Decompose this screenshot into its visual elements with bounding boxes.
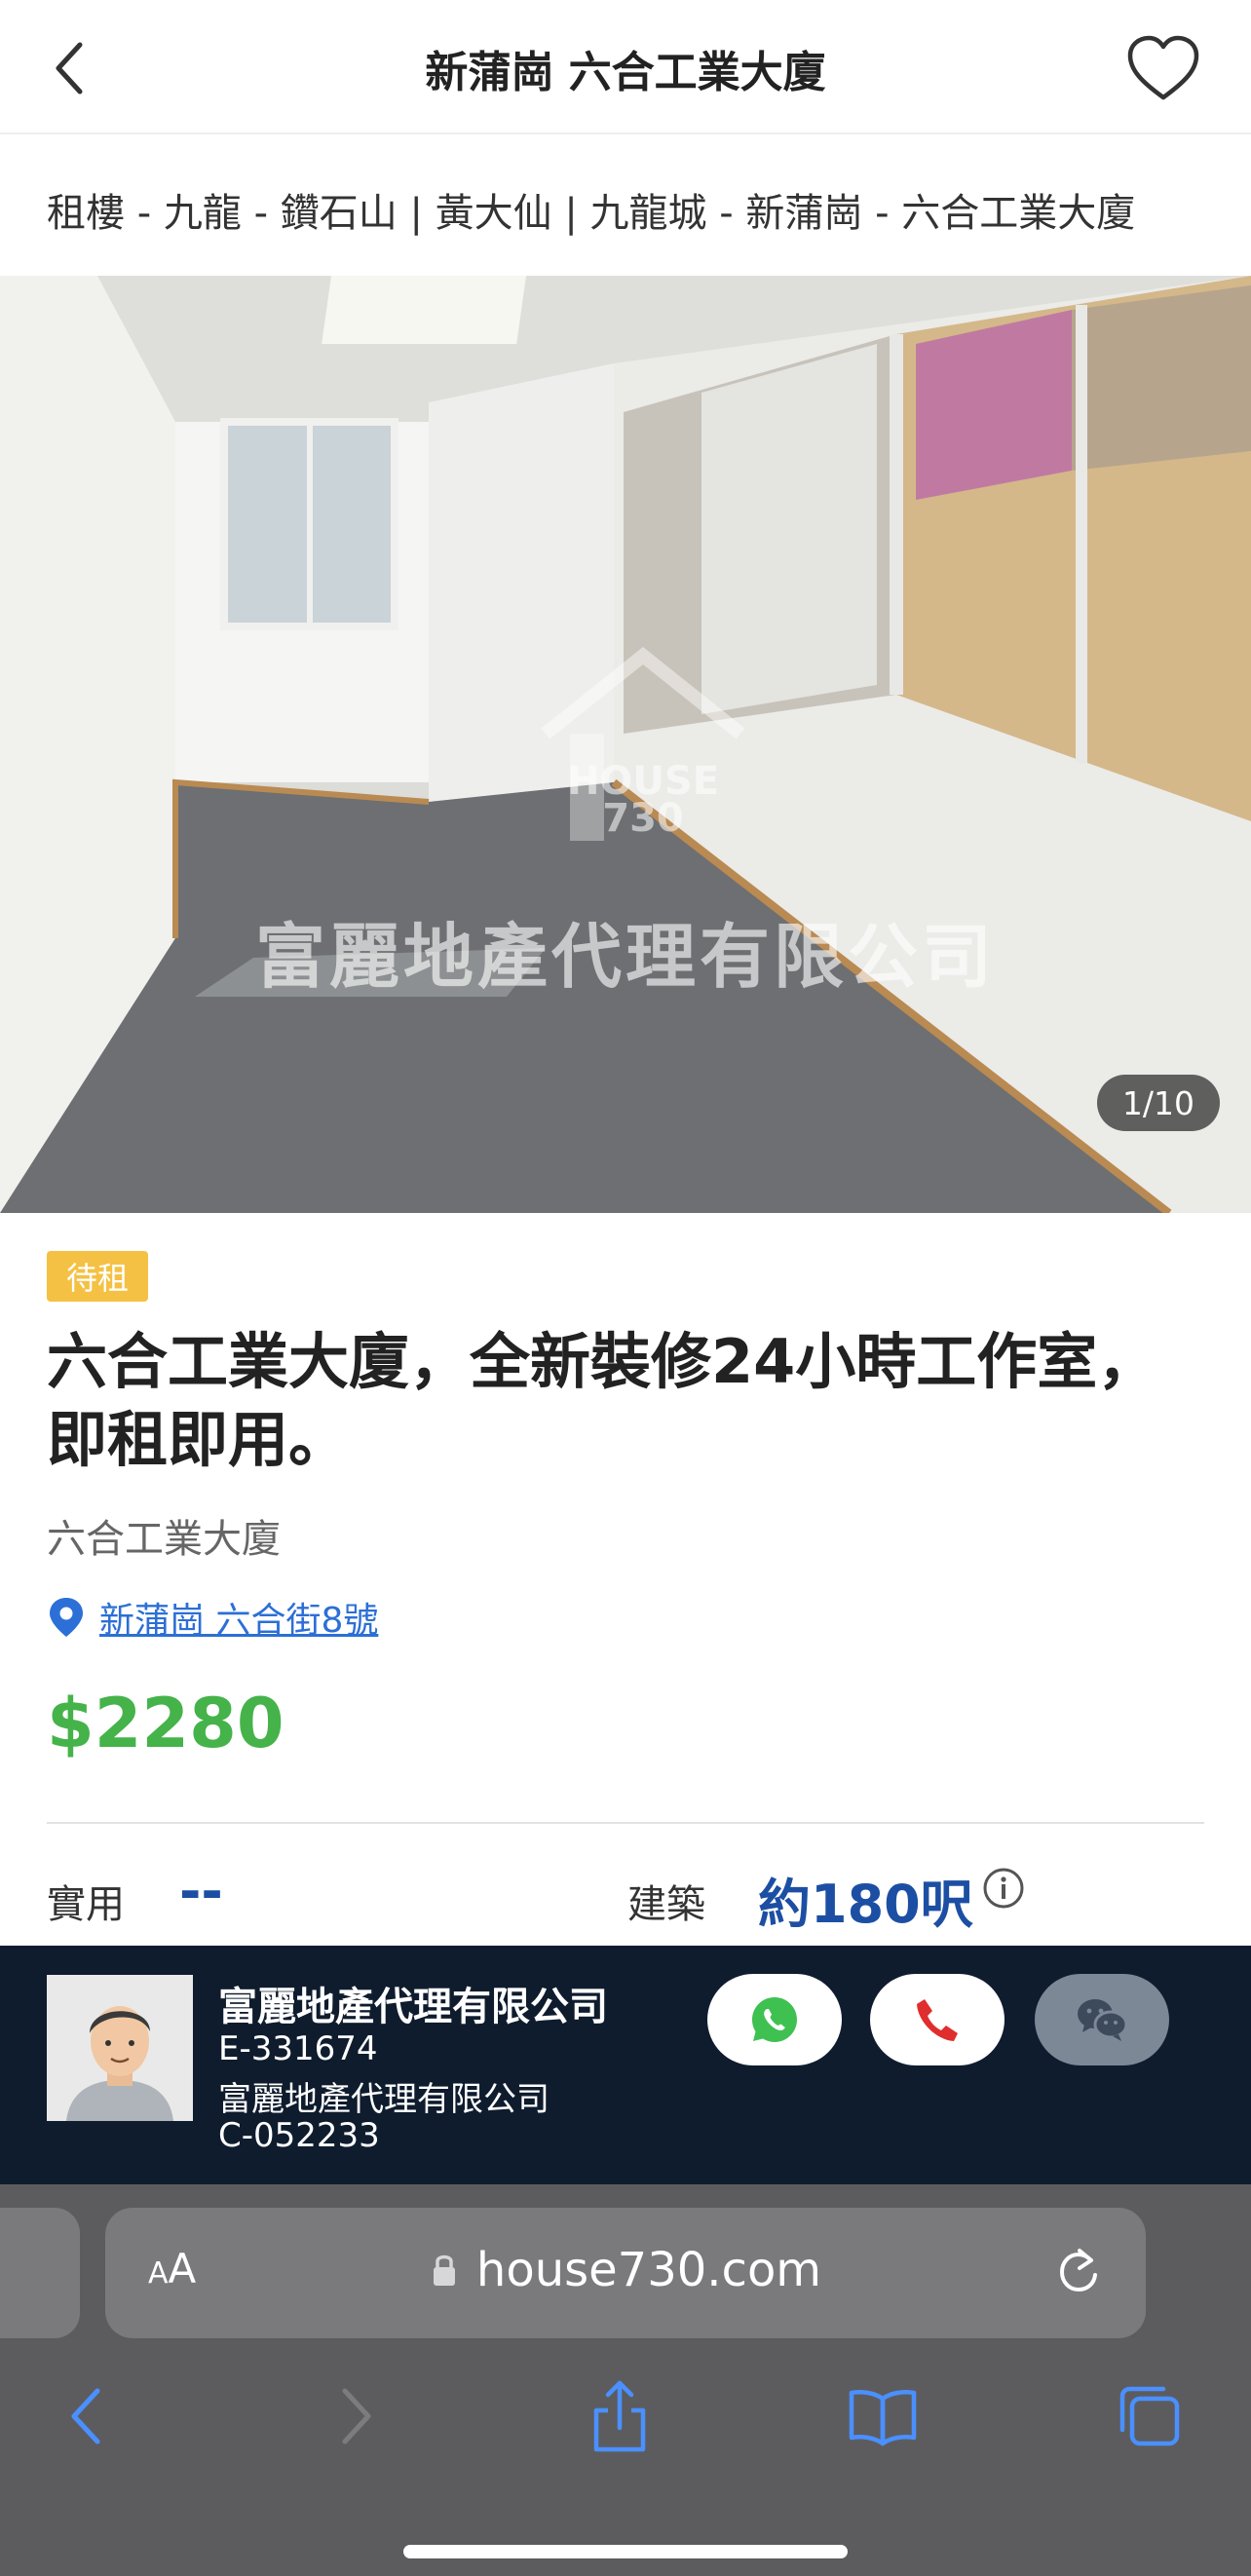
- lock-icon: [433, 2254, 455, 2286]
- chevron-left-icon: [71, 2388, 100, 2444]
- top-nav-bar: 新蒲崗 六合工業大廈: [0, 0, 1251, 134]
- browser-back-button[interactable]: [47, 2377, 125, 2455]
- watermark-brand: HOUSE 730: [566, 759, 720, 841]
- agent-name: 富麗地產代理有限公司: [218, 1985, 608, 2029]
- page-title: 新蒲崗 六合工業大廈: [425, 48, 826, 97]
- browser-chrome: AA house730.com: [0, 2184, 1251, 2576]
- whatsapp-icon: [752, 1997, 797, 2042]
- reload-icon[interactable]: [1052, 2245, 1107, 2303]
- divider: [47, 1822, 1204, 1824]
- book-icon: [849, 2390, 917, 2446]
- phone-icon: [917, 1999, 958, 2041]
- home-indicator[interactable]: [403, 2545, 848, 2558]
- address-row[interactable]: 新蒲崗 六合街8號: [47, 1592, 378, 1643]
- back-button[interactable]: [51, 29, 119, 107]
- url-display[interactable]: house730.com: [105, 2243, 1146, 2297]
- browser-toolbar: [0, 2358, 1251, 2475]
- room-photo-illustration: [0, 276, 1251, 1213]
- share-button[interactable]: [581, 2377, 659, 2455]
- address-bar[interactable]: AA house730.com: [105, 2208, 1146, 2338]
- saleable-area-label: 實用: [47, 1882, 125, 1927]
- listing-title: 六合工業大廈，全新裝修24小時工作室，即租即用。: [47, 1326, 1158, 1475]
- share-icon: [593, 2380, 646, 2452]
- agent-licence: E-331674: [218, 2029, 378, 2068]
- building-name: 六合工業大廈: [47, 1517, 281, 1562]
- wechat-icon: [1078, 1999, 1128, 2041]
- listing-photo[interactable]: HOUSE 730 富麗地產代理有限公司 1/10: [0, 276, 1251, 1213]
- call-button[interactable]: [870, 1974, 1005, 2065]
- address-link[interactable]: 新蒲崗 六合街8號: [99, 1592, 378, 1643]
- wechat-button[interactable]: [1035, 1974, 1169, 2065]
- info-icon[interactable]: [982, 1867, 1025, 1910]
- tabs-button[interactable]: [1111, 2377, 1189, 2455]
- url-text: house730.com: [475, 2243, 822, 2297]
- chevron-left-icon: [56, 42, 83, 95]
- agent-avatar-illustration: [47, 1975, 193, 2121]
- saleable-area-value: --: [179, 1861, 223, 1922]
- agent-company: 富麗地產代理有限公司: [218, 2080, 550, 2119]
- avatar: [47, 1975, 193, 2121]
- tabs-icon: [1119, 2386, 1180, 2446]
- heart-icon: [1127, 35, 1199, 100]
- photo-counter: 1/10: [1096, 1075, 1220, 1131]
- chevron-right-icon: [342, 2388, 371, 2444]
- browser-forward-button[interactable]: [318, 2377, 396, 2455]
- bookmarks-button[interactable]: [844, 2377, 922, 2455]
- previous-tab-preview[interactable]: [0, 2208, 80, 2338]
- watermark-company: 富麗地產代理有限公司: [254, 916, 996, 998]
- company-licence: C-052233: [218, 2116, 380, 2155]
- gross-area-value: 約180呎: [758, 1874, 973, 1935]
- breadcrumb: 租樓 - 九龍 - 鑽石山 | 黃大仙 | 九龍城 - 新蒲崗 - 六合工業大廈: [47, 191, 1136, 236]
- price: $2280: [47, 1684, 284, 1763]
- whatsapp-button[interactable]: [707, 1974, 842, 2065]
- agent-contact-bar: 富麗地產代理有限公司 E-331674 富麗地產代理有限公司 C-052233: [0, 1946, 1251, 2184]
- gross-area-label: 建築: [627, 1882, 705, 1927]
- favorite-button[interactable]: [1124, 31, 1202, 109]
- status-badge: 待租: [47, 1251, 149, 1302]
- location-pin-icon: [50, 1598, 83, 1637]
